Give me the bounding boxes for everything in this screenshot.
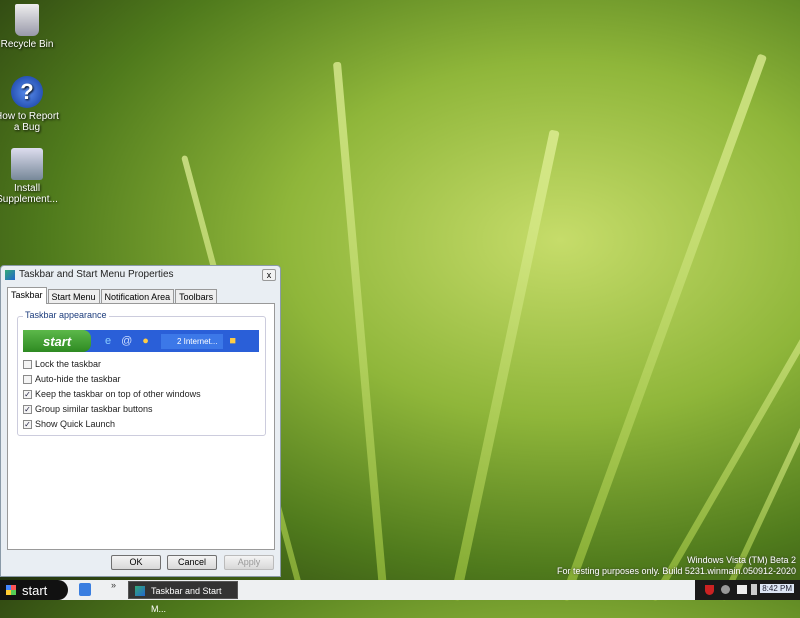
title-bar[interactable]: Taskbar and Start Menu Properties (1, 266, 280, 283)
taskbar-properties-dialog: Taskbar and Start Menu Properties x Task… (0, 265, 281, 577)
system-tray: 8:42 PM (695, 580, 800, 600)
group-buttons-checkbox[interactable]: ✓ Group similar taskbar buttons (23, 404, 153, 414)
tab-taskbar[interactable]: Taskbar (7, 287, 47, 304)
taskbar-appearance-group: Taskbar appearance start e @ ● 2 Interne… (17, 310, 266, 436)
outlook-icon: @ (121, 335, 133, 347)
tab-start-menu[interactable]: Start Menu (47, 289, 100, 303)
tab-toolbars[interactable]: Toolbars (175, 289, 218, 303)
taskbar-button-properties[interactable]: Taskbar and Start M... (128, 581, 238, 614)
auto-hide-checkbox[interactable]: Auto-hide the taskbar (23, 374, 121, 384)
dialog-title: Taskbar and Start Menu Properties (19, 269, 174, 280)
option-label: Lock the taskbar (35, 359, 102, 369)
task-label: Taskbar and Start M... (151, 586, 222, 614)
icon-label: Install Supplement... (0, 183, 58, 205)
installer-icon (11, 148, 43, 180)
option-label: Group similar taskbar buttons (35, 404, 153, 414)
ie-icon: e (105, 335, 112, 347)
option-label: Auto-hide the taskbar (35, 374, 121, 384)
watermark-line-1: Windows Vista (TM) Beta 2 (687, 555, 796, 565)
keep-on-top-checkbox[interactable]: ✓ Keep the taskbar on top of other window… (23, 389, 201, 399)
tab-notification-area[interactable]: Notification Area (100, 289, 175, 303)
monitor-icon[interactable] (737, 585, 747, 594)
clock[interactable]: 8:42 PM (760, 584, 794, 593)
cancel-button[interactable]: Cancel (167, 555, 217, 570)
desktop-icon-recycle-bin[interactable]: Recycle Bin (0, 4, 62, 50)
preview-window-button: 2 Internet... (160, 333, 224, 349)
media-player-icon: ● (142, 335, 149, 347)
taskbar-preview: start e @ ● 2 Internet... ■ (23, 330, 259, 352)
option-label: Keep the taskbar on top of other windows (35, 389, 201, 399)
security-shield-icon[interactable] (705, 585, 714, 595)
close-button[interactable]: x (262, 269, 276, 281)
quick-launch-checkbox[interactable]: ✓ Show Quick Launch (23, 419, 115, 429)
windows-logo-icon (6, 585, 16, 595)
desktop-icon-report-bug[interactable]: ? How to Report a Bug (0, 76, 62, 133)
tab-panel: Taskbar appearance start e @ ● 2 Interne… (7, 303, 275, 550)
taskbar: start » Taskbar and Start M... 8:42 PM (0, 580, 800, 614)
watermark-line-2: For testing purposes only. Build 5231.wi… (557, 566, 796, 576)
ok-button[interactable]: OK (111, 555, 161, 570)
help-icon: ? (11, 76, 43, 108)
start-button[interactable]: start (0, 580, 68, 600)
lock-taskbar-checkbox[interactable]: Lock the taskbar (23, 359, 101, 369)
quick-launch-ie-icon[interactable] (79, 583, 91, 596)
group-label: Taskbar appearance (23, 310, 109, 320)
quick-launch-chevron[interactable]: » (111, 580, 116, 590)
app-icon (135, 586, 145, 596)
network-icon[interactable] (721, 585, 730, 594)
app-icon (5, 269, 15, 280)
start-label: start (22, 582, 48, 598)
recycle-bin-icon (15, 4, 39, 36)
apply-button[interactable]: Apply (224, 555, 274, 570)
option-label: Show Quick Launch (35, 419, 116, 429)
folder-icon: ■ (229, 335, 237, 347)
icon-label: How to Report a Bug (0, 111, 59, 133)
power-icon[interactable] (751, 584, 757, 595)
icon-label: Recycle Bin (0, 39, 54, 50)
desktop-icon-install-supplement[interactable]: Install Supplement... (0, 148, 62, 205)
preview-start-button: start (23, 330, 91, 352)
